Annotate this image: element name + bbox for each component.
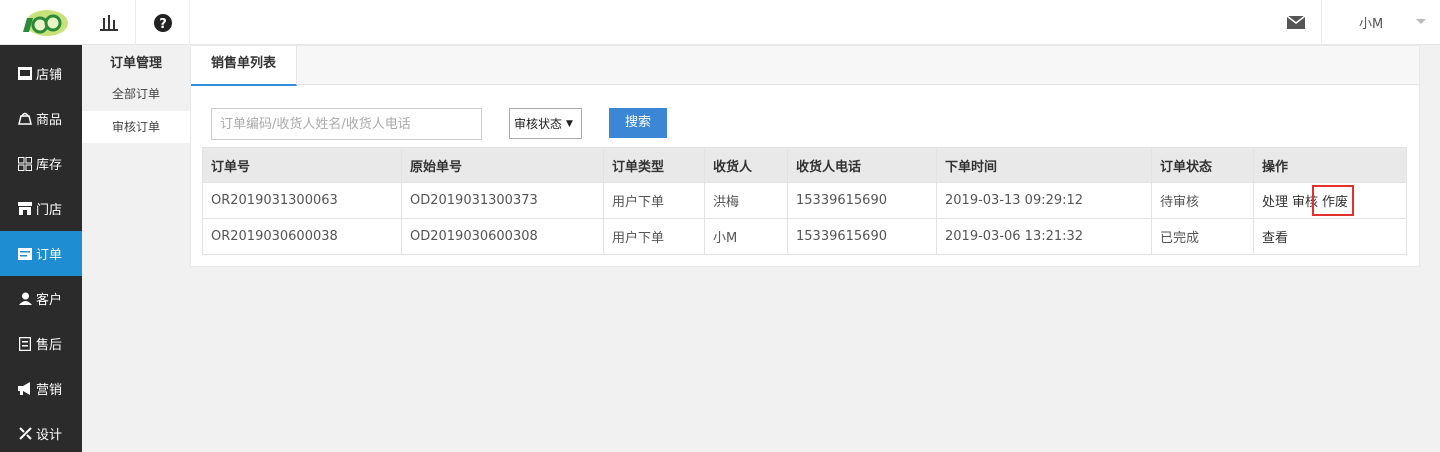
bar-chart-icon xyxy=(99,14,118,31)
nav-label: 设计 xyxy=(36,428,63,443)
nav-item-store[interactable]: 店铺 xyxy=(0,51,82,96)
orders-table: 订单号 原始单号 订单类型 收货人 收货人电话 下单时间 订单状态 操作 OR2… xyxy=(202,147,1407,255)
nav-item-design[interactable]: 设计 xyxy=(0,411,82,452)
column-header: 订单类型 xyxy=(603,147,705,183)
order-icon xyxy=(18,247,32,261)
nav-item-shop[interactable]: 门店 xyxy=(0,186,82,231)
status-select[interactable]: 审核状态 ▼ xyxy=(509,108,582,139)
column-header: 原始单号 xyxy=(401,147,604,183)
customer-icon xyxy=(18,292,32,306)
column-header: 下单时间 xyxy=(936,147,1152,183)
cell-order-no: OR2019030600038 xyxy=(202,218,402,255)
review-link[interactable]: 审核 xyxy=(1292,195,1318,210)
table-header-row: 订单号 原始单号 订单类型 收货人 收货人电话 下单时间 订单状态 操作 xyxy=(202,147,1407,183)
mail-icon xyxy=(1286,16,1305,29)
cell-type: 用户下单 xyxy=(603,218,705,255)
column-header: 订单状态 xyxy=(1151,147,1254,183)
help-button[interactable]: ? xyxy=(136,0,190,45)
nav-label: 客户 xyxy=(36,293,63,308)
product-icon xyxy=(18,112,32,126)
design-icon xyxy=(18,427,32,441)
nav-item-inventory[interactable]: 库存 xyxy=(0,141,82,186)
stats-button[interactable] xyxy=(82,0,136,45)
cell-time: 2019-03-13 09:29:12 xyxy=(936,182,1152,219)
nav-label: 营销 xyxy=(36,383,63,398)
search-button[interactable]: 搜索 xyxy=(609,108,667,138)
inventory-icon xyxy=(18,156,32,171)
table-row: OR2019030600038 OD2019030600308 用户下单 小M … xyxy=(202,218,1407,255)
app-logo[interactable] xyxy=(0,0,82,45)
cell-type: 用户下单 xyxy=(603,182,705,219)
top-bar: ? 小M xyxy=(0,0,1440,45)
nav-label: 店铺 xyxy=(36,68,63,83)
cell-phone: 15339615690 xyxy=(787,218,937,255)
svg-text:?: ? xyxy=(159,17,167,32)
column-header: 收货人电话 xyxy=(787,147,937,183)
cell-time: 2019-03-06 13:21:32 xyxy=(936,218,1152,255)
store-icon xyxy=(18,67,32,81)
shop-icon xyxy=(18,202,32,216)
user-name: 小M xyxy=(1359,17,1384,32)
nav-item-product[interactable]: 商品 xyxy=(0,96,82,141)
sub-nav-item-all-orders[interactable]: 全部订单 xyxy=(82,78,190,110)
view-link[interactable]: 查看 xyxy=(1262,231,1288,246)
main-panel: 销售单列表 审核状态 ▼ 搜索 订单号 原始单号 订单类型 收货人 收货人电话 … xyxy=(190,45,1420,267)
chevron-down-icon xyxy=(1416,19,1426,24)
tab-bar: 销售单列表 xyxy=(191,46,1419,86)
cell-status: 待审核 xyxy=(1151,182,1254,219)
nav-label: 订单 xyxy=(36,248,63,263)
help-icon: ? xyxy=(153,13,172,32)
cell-actions: 查看 xyxy=(1253,218,1407,255)
cell-origin-no: OD2019031300373 xyxy=(401,182,604,219)
table-row: OR2019031300063 OD2019031300373 用户下单 洪梅 … xyxy=(202,182,1407,219)
tab-sales-order-list[interactable]: 销售单列表 xyxy=(191,46,297,86)
search-input[interactable] xyxy=(211,108,482,140)
logo-icon xyxy=(23,9,68,36)
sub-nav-item-review-orders[interactable]: 审核订单 xyxy=(82,111,190,143)
nav-label: 售后 xyxy=(36,338,63,353)
void-link[interactable]: 作废 xyxy=(1322,195,1348,210)
mail-button[interactable] xyxy=(1270,0,1322,45)
marketing-icon xyxy=(18,382,32,396)
nav-item-customer[interactable]: 客户 xyxy=(0,276,82,321)
sub-nav-title: 订单管理 xyxy=(109,56,162,71)
column-header: 收货人 xyxy=(704,147,788,183)
nav-item-order[interactable]: 订单 xyxy=(0,231,82,276)
cell-phone: 15339615690 xyxy=(787,182,937,219)
nav-label: 门店 xyxy=(36,203,63,218)
sub-nav: 订单管理 全部订单 审核订单 xyxy=(82,45,190,452)
nav-label: 库存 xyxy=(36,158,63,173)
nav-item-marketing[interactable]: 营销 xyxy=(0,366,82,411)
cell-receiver: 洪梅 xyxy=(704,182,788,219)
cell-receiver: 小M xyxy=(704,218,788,255)
cell-origin-no: OD2019030600308 xyxy=(401,218,604,255)
column-header: 订单号 xyxy=(202,147,402,183)
user-menu[interactable]: 小M xyxy=(1322,0,1440,45)
cell-status: 已完成 xyxy=(1151,218,1254,255)
process-link[interactable]: 处理 xyxy=(1262,195,1288,210)
nav-label: 商品 xyxy=(36,113,63,128)
dropdown-arrow-icon: ▼ xyxy=(566,118,573,129)
cell-actions: 处理 审核 作废 xyxy=(1253,182,1407,219)
nav-item-aftersale[interactable]: 售后 xyxy=(0,321,82,366)
status-select-value: 审核状态 xyxy=(514,117,563,131)
main-nav: 店铺 商品 库存 门店 订单 客户 售后 营销 设计 xyxy=(0,45,82,452)
aftersale-icon xyxy=(18,336,32,351)
column-header: 操作 xyxy=(1253,147,1407,183)
cell-order-no: OR2019031300063 xyxy=(202,182,402,219)
